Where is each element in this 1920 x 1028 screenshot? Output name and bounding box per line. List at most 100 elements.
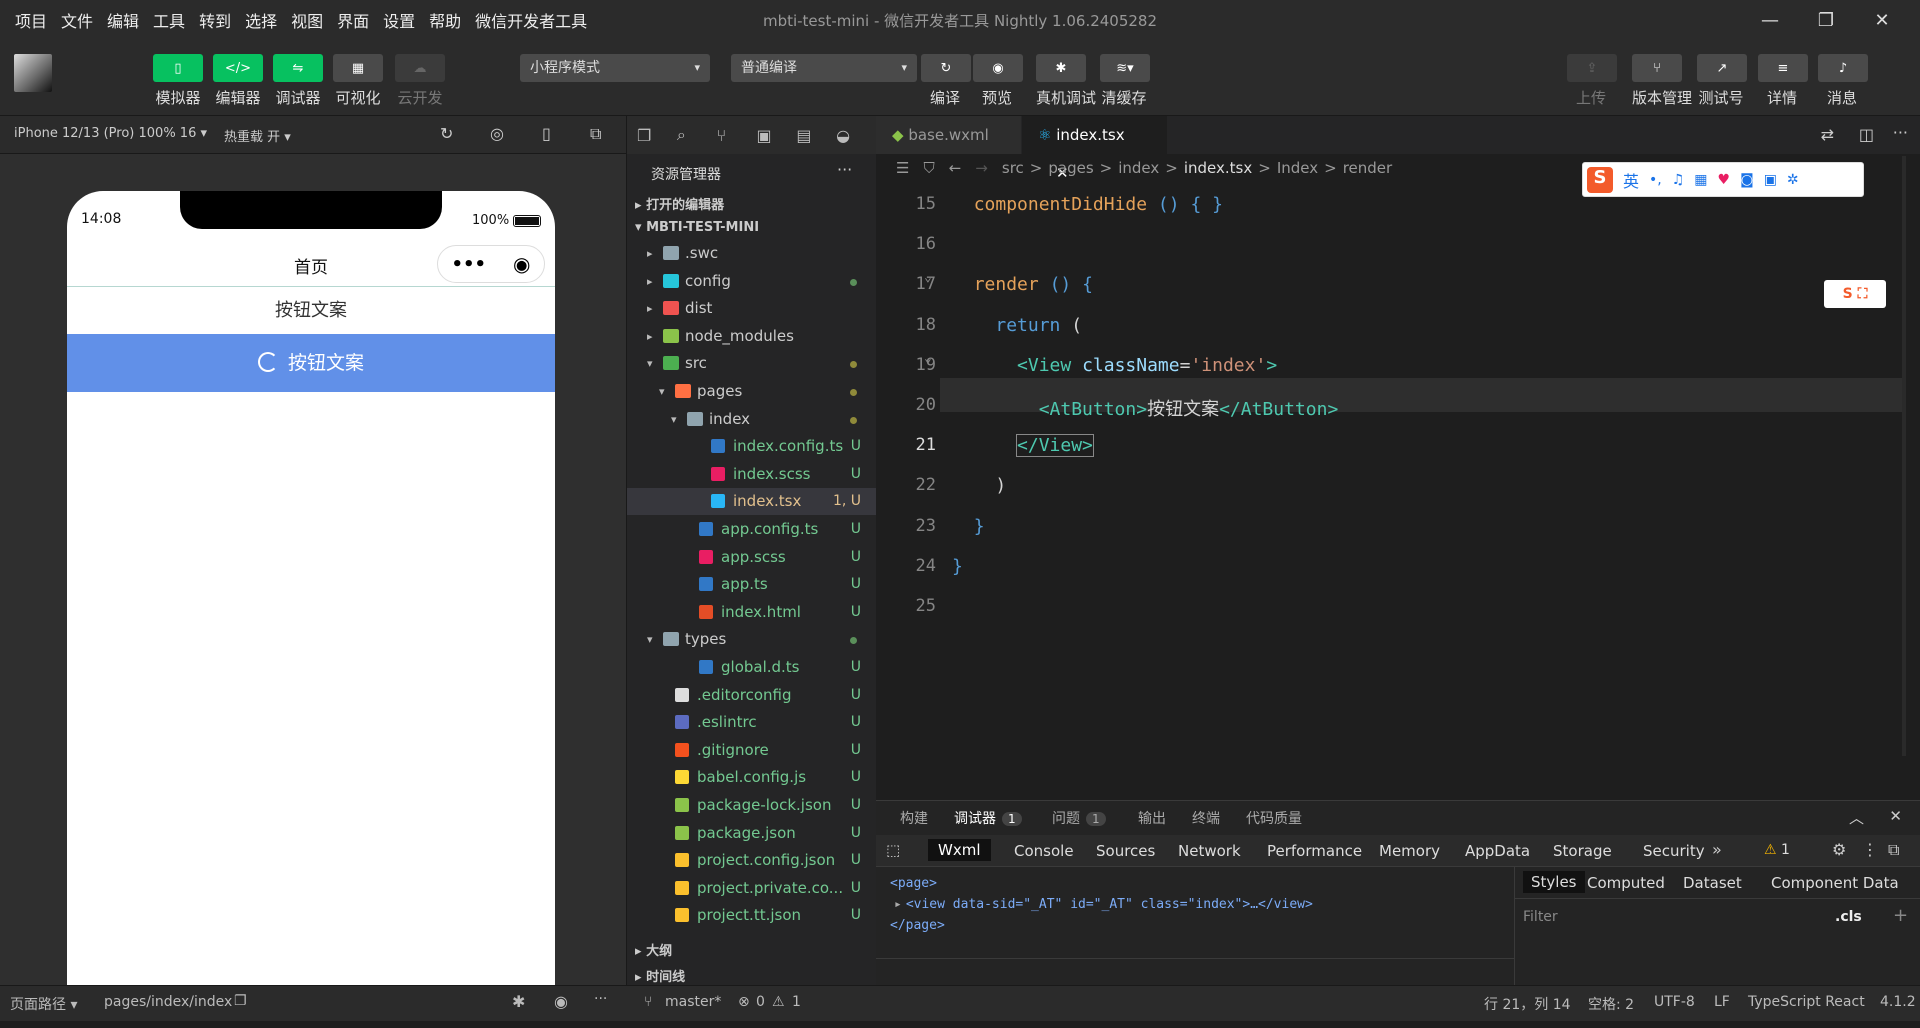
real-debug-button[interactable]: ✱ 真机调试 — [1036, 54, 1096, 108]
bug-icon[interactable]: ✱ — [512, 992, 525, 1011]
tree-item[interactable]: global.d.ts U — [627, 654, 877, 681]
tree-item[interactable]: project.tt.json U — [627, 902, 877, 929]
expand-icon[interactable]: ▸ — [894, 897, 902, 912]
popout-icon[interactable]: ⧉ — [590, 124, 601, 144]
menu-item[interactable]: 工具 — [153, 8, 185, 32]
detail-button[interactable]: ≡ 详情 — [1758, 54, 1808, 108]
indent-spaces[interactable]: 空格: 2 — [1588, 994, 1634, 1014]
wxml-node[interactable]: <page> — [890, 873, 1313, 894]
tree-item[interactable]: ▸ .swc — [627, 240, 877, 267]
docker-icon[interactable]: ◒ — [836, 126, 876, 145]
more-icon[interactable]: ••• — [452, 254, 487, 275]
open-editors-section[interactable]: ▸ 打开的编辑器 — [635, 194, 724, 213]
timeline-section[interactable]: ▸ 时间线 — [635, 966, 685, 985]
error-count[interactable]: 0 — [756, 994, 765, 1010]
compile-button[interactable]: ↻ 编译 — [921, 54, 971, 108]
devtools-tab[interactable]: Sources — [1096, 842, 1155, 860]
more-icon[interactable]: ··· — [594, 991, 607, 1007]
encoding[interactable]: UTF-8 — [1654, 994, 1695, 1010]
tree-item[interactable]: .editorconfig U — [627, 682, 877, 709]
tree-item[interactable]: ▸ dist — [627, 295, 877, 322]
inspect-icon[interactable]: ⬚ — [886, 841, 900, 859]
breadcrumb-item[interactable]: index.tsx — [1184, 159, 1252, 177]
breadcrumb-item[interactable]: src — [1002, 159, 1024, 177]
code-area[interactable]: 15 componentDidHide () { } 16 17 render ()… — [876, 182, 1920, 800]
text-button[interactable]: 按钮文案 — [67, 288, 555, 334]
debugger-button[interactable]: ⇋ 调试器 — [273, 54, 323, 108]
menu-item[interactable]: 设置 — [383, 8, 415, 32]
more-tabs-icon[interactable]: » — [1712, 840, 1722, 859]
breadcrumb-item[interactable]: index — [1118, 159, 1159, 177]
tree-item[interactable]: .gitignore U — [627, 737, 877, 764]
game-icon[interactable]: ◙ — [1740, 172, 1754, 188]
tree-item[interactable]: app.scss U — [627, 544, 877, 571]
breadcrumb-item[interactable]: pages — [1048, 159, 1093, 177]
menu-item[interactable]: 文件 — [61, 8, 93, 32]
menu-item[interactable]: 项目 — [15, 8, 47, 32]
panel-tab[interactable]: 问题 1 — [1052, 808, 1106, 828]
list-icon[interactable]: ☰ — [896, 159, 909, 177]
tree-item[interactable]: index.tsx 1, U — [627, 488, 877, 516]
tree-item[interactable]: project.private.co... U — [627, 875, 877, 902]
wxml-node[interactable]: </page> — [890, 915, 1313, 936]
menu-item[interactable]: 微信开发者工具 — [475, 8, 587, 32]
menu-item[interactable]: 编辑 — [107, 8, 139, 32]
ime-lang-icon[interactable]: 英 — [1623, 168, 1639, 192]
cloud-button[interactable]: ☁ 云开发 — [395, 54, 445, 108]
source-control-icon[interactable]: ⑂ — [717, 126, 757, 145]
devtools-tab[interactable]: Console — [1014, 842, 1074, 860]
menu-item[interactable]: 帮助 — [429, 8, 461, 32]
stop-icon[interactable]: ◎ — [490, 124, 504, 143]
settings-icon[interactable]: ✲ — [1787, 172, 1799, 188]
more-actions-icon[interactable]: ··· — [837, 160, 852, 179]
cls-button[interactable]: .cls — [1835, 909, 1862, 925]
menu-item[interactable]: 转到 — [199, 8, 231, 32]
compare-icon[interactable]: ⇄ — [1821, 125, 1834, 144]
grid-icon[interactable]: ▣ — [1764, 172, 1777, 188]
close-mini-icon[interactable]: ◉ — [513, 252, 530, 276]
tab-index-tsx[interactable]: ⚛ index.tsx ✕ — [1022, 116, 1168, 182]
minimize-icon[interactable]: — — [1742, 10, 1798, 31]
tree-item[interactable]: index.html U — [627, 599, 877, 626]
back-icon[interactable]: ← — [949, 159, 962, 177]
devtools-tab[interactable]: Security — [1643, 842, 1705, 860]
tree-item[interactable]: package.json U — [627, 820, 877, 847]
menu-item[interactable]: 选择 — [245, 8, 277, 32]
bookmark-icon[interactable]: ⛉ — [923, 159, 934, 177]
tree-item[interactable]: ▸ config — [627, 268, 877, 295]
git-branch[interactable]: master* — [665, 994, 721, 1010]
close-icon[interactable]: ✕ — [1854, 10, 1910, 31]
styles-tab[interactable]: Computed — [1587, 874, 1665, 892]
breadcrumb-item[interactable]: Index — [1277, 159, 1318, 177]
styles-tab[interactable]: Dataset — [1683, 874, 1742, 892]
device-select[interactable]: iPhone 12/13 (Pro) 100% 16 ▾ — [14, 126, 207, 141]
preview-button[interactable]: ◉ 预览 — [973, 54, 1023, 108]
tree-item[interactable]: app.ts U — [627, 571, 877, 598]
collapse-icon[interactable]: ︿ — [1849, 807, 1864, 828]
fold-icon[interactable]: ⌄ — [924, 270, 932, 285]
tree-item[interactable]: package-lock.json U — [627, 792, 877, 819]
eye-icon[interactable]: ◉ — [554, 992, 568, 1011]
eol[interactable]: LF — [1714, 994, 1730, 1010]
wxml-node[interactable]: ▸ <view data-sid="_AT" id="_AT" class="in… — [890, 894, 1313, 915]
outline-section[interactable]: ▸ 大纲 — [635, 940, 672, 959]
split-editor-icon[interactable]: ◫ — [1859, 125, 1874, 144]
mode-select[interactable]: 小程序模式 — [520, 54, 710, 82]
visual-button[interactable]: ▦ 可视化 — [333, 54, 383, 108]
tree-item[interactable]: app.config.ts U — [627, 516, 877, 543]
panel-tab[interactable]: 代码质量 — [1246, 808, 1302, 828]
styles-tab[interactable]: Component Data — [1771, 874, 1899, 892]
mic-icon[interactable]: ♫ — [1672, 172, 1685, 188]
phone-icon[interactable]: ▯ — [542, 124, 551, 143]
devtools-tab[interactable]: AppData — [1465, 842, 1530, 860]
kebab-icon[interactable]: ⋮ — [1862, 840, 1878, 859]
cursor-position[interactable]: 行 21，列 14 — [1484, 994, 1571, 1014]
panel-tab[interactable]: 调试器 1 — [954, 808, 1022, 828]
tree-item[interactable]: babel.config.js U — [627, 764, 877, 791]
test-button[interactable]: ↗ 测试号 — [1697, 54, 1747, 108]
devtools-tab[interactable]: Performance — [1267, 842, 1362, 860]
devtools-tab[interactable]: Wxml — [928, 839, 991, 861]
warning-count[interactable]: 1 — [792, 994, 801, 1010]
breadcrumb-item[interactable]: render — [1343, 159, 1393, 177]
storage-icon[interactable]: ▤ — [796, 126, 836, 145]
